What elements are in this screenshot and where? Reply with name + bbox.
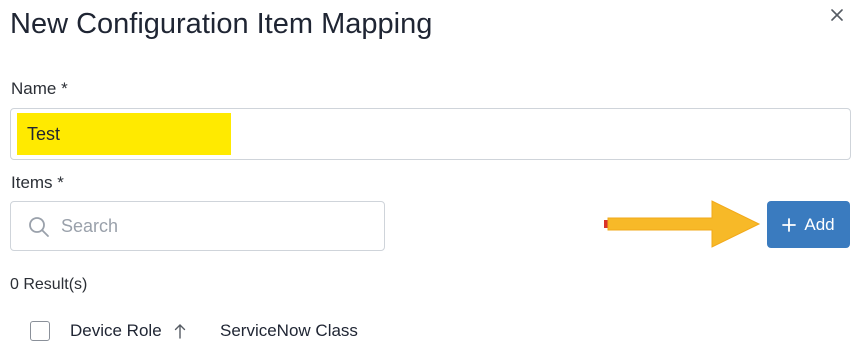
column-header-label: Device Role: [70, 321, 162, 340]
config-item-mapping-dialog: New Configuration Item Mapping Name * It…: [0, 0, 858, 354]
sort-ascending-icon[interactable]: [174, 323, 186, 339]
close-icon: [831, 9, 843, 21]
add-button-label: Add: [804, 214, 835, 234]
name-input[interactable]: [11, 109, 850, 159]
items-label: Items *: [11, 173, 64, 192]
plus-icon: [782, 217, 797, 232]
results-count: 0 Result(s): [10, 276, 88, 293]
column-header-label: ServiceNow Class: [220, 321, 358, 340]
table-header: Device Role ServiceNow Class: [30, 318, 358, 344]
search-input[interactable]: [61, 202, 376, 250]
column-header-servicenow-class[interactable]: ServiceNow Class: [220, 321, 358, 341]
column-header-device-role[interactable]: Device Role: [70, 321, 220, 341]
annotation-arrow-icon: [604, 200, 761, 248]
add-button[interactable]: Add: [767, 201, 850, 248]
name-field[interactable]: [10, 108, 851, 160]
select-all-checkbox[interactable]: [30, 321, 50, 341]
close-button[interactable]: [826, 4, 848, 26]
name-label: Name *: [11, 79, 68, 98]
dialog-title: New Configuration Item Mapping: [10, 8, 433, 40]
search-box[interactable]: [10, 201, 385, 251]
search-icon: [29, 217, 49, 237]
